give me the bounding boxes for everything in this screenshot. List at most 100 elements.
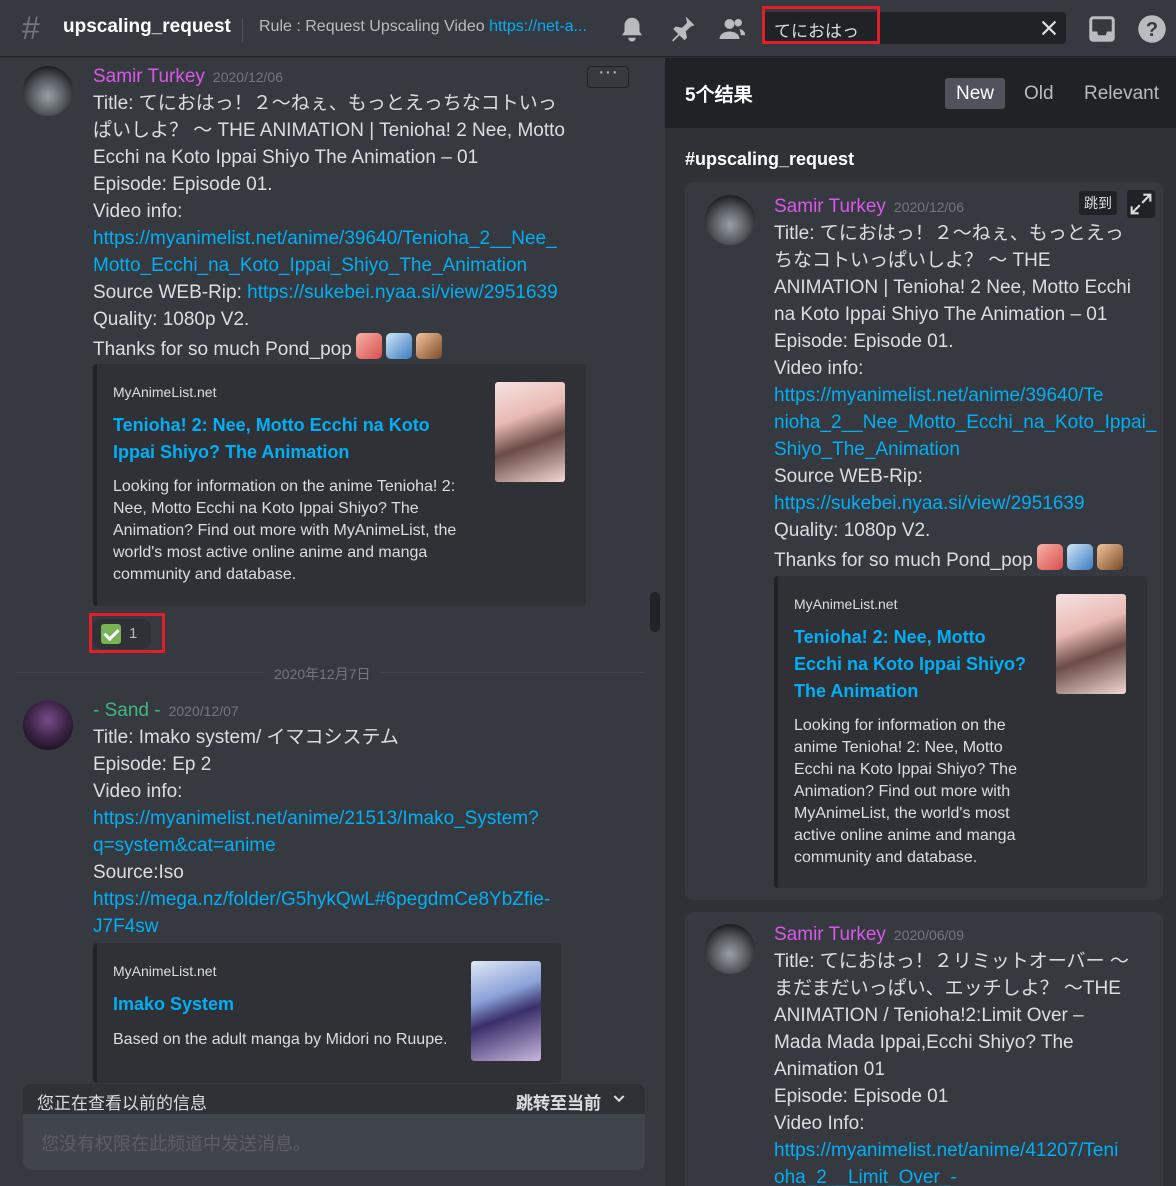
text-line: ちなコトいっぱいしよ？ ～ THE xyxy=(774,250,1051,271)
expand-icon[interactable] xyxy=(1127,190,1155,218)
search-highlight-box xyxy=(762,6,880,44)
sort-old-tab[interactable]: Old xyxy=(1013,78,1065,109)
text-line: ぱいしよ？ ～ THE ANIMATION | Tenioha! 2 Nee, … xyxy=(93,120,565,141)
embed-title[interactable]: Imako System xyxy=(113,991,234,1018)
message-1[interactable]: Samir Turkey 2020/12/06 Title: てにおはっ！２～ねぇ… xyxy=(0,62,650,666)
mal-link[interactable]: Motto_Ecchi_na_Koto_Ippai_Shiyo_The_Anim… xyxy=(93,252,565,279)
message-header: - Sand - 2020/12/07 xyxy=(93,700,239,722)
embed-provider[interactable]: MyAnimeList.net xyxy=(794,596,897,612)
timestamp: 2020/12/06 xyxy=(893,199,964,215)
mal-link[interactable]: https://myanimelist.net/anime/41207/Teni xyxy=(774,1137,1129,1164)
search-result-1[interactable]: Samir Turkey 2020/12/06 跳到 Title: てにおはっ！２… xyxy=(685,182,1163,900)
text-line: Source:Iso xyxy=(93,862,184,883)
channel-topic[interactable]: Rule : Request Upscaling Video https://n… xyxy=(259,18,604,36)
embed-title-line[interactable]: Tenioha! 2: Nee, Motto Ecchi na Koto xyxy=(113,412,430,439)
mal-link[interactable]: https://myanimelist.net/anime/39640/Te xyxy=(774,382,1156,409)
mega-link[interactable]: https://mega.nz/folder/G5hykQwL#6pegdmCe… xyxy=(93,886,550,913)
timestamp: 2020/12/06 xyxy=(212,69,283,85)
timestamp: 2020/12/07 xyxy=(168,703,239,719)
author-name[interactable]: Samir Turkey xyxy=(93,66,205,87)
text-line: Quality: 1080p V2. xyxy=(774,520,931,541)
sort-relevant-tab[interactable]: Relevant xyxy=(1073,78,1170,109)
results-channel-label[interactable]: #upscaling_request xyxy=(685,149,854,170)
mal-link[interactable]: oha_2__Limit_Over_- xyxy=(774,1164,1129,1186)
avatar[interactable] xyxy=(23,700,73,750)
message-composer: 您没有权限在此频道中发送消息。 xyxy=(23,1114,645,1170)
reaction-highlight-box xyxy=(89,613,165,653)
message-2[interactable]: - Sand - 2020/12/07 Title: Imako system/ … xyxy=(0,700,650,1100)
jump-button[interactable]: 跳到 xyxy=(1079,191,1117,215)
chevron-down-icon[interactable] xyxy=(611,1090,627,1106)
link-embed: MyAnimeList.net Imako System Based on th… xyxy=(93,943,561,1083)
desc-line: community and database. xyxy=(794,849,978,866)
text-line: Mada Mada Ippai,Ecchi Shiyo? The xyxy=(774,1032,1074,1053)
text-line: Video info: xyxy=(93,781,183,802)
inbox-icon[interactable] xyxy=(1087,14,1117,44)
members-icon[interactable] xyxy=(717,14,747,44)
desc-line: Animation? Find out more with xyxy=(794,783,1011,800)
embed-title-line[interactable]: The Animation xyxy=(794,678,1026,705)
embed-thumbnail[interactable] xyxy=(495,382,565,482)
custom-emoji[interactable] xyxy=(1096,544,1123,570)
svg-text:?: ? xyxy=(1146,19,1158,41)
text-line: Quality: 1080p V2. xyxy=(93,309,250,330)
text-line: Video info: xyxy=(93,201,183,222)
embed-title-line[interactable]: Tenioha! 2: Nee, Motto xyxy=(794,624,1026,651)
embed-thumbnail[interactable] xyxy=(471,961,541,1061)
older-messages-bar: 您正在查看以前的信息 跳转至当前 xyxy=(23,1084,645,1114)
embed-provider[interactable]: MyAnimeList.net xyxy=(113,384,216,400)
link-embed: MyAnimeList.net Tenioha! 2: Nee, Motto E… xyxy=(774,576,1147,888)
text-line: ANIMATION | Tenioha! 2 Nee, Motto Ecchi xyxy=(774,277,1131,298)
embed-thumbnail[interactable] xyxy=(1056,594,1126,694)
text-line: Source WEB-Rip: xyxy=(774,466,923,487)
custom-emoji[interactable] xyxy=(1036,544,1063,570)
author-name[interactable]: - Sand - xyxy=(93,700,161,721)
custom-emoji[interactable] xyxy=(1066,544,1093,570)
avatar[interactable] xyxy=(23,66,73,116)
text-line: Episode: Episode 01. xyxy=(93,174,273,195)
mal-link[interactable]: Shiyo_The_Animation xyxy=(774,436,1156,463)
mal-link[interactable]: https://myanimelist.net/anime/39640/Teni… xyxy=(93,225,565,252)
embed-title[interactable]: Tenioha! 2: Nee, Motto Ecchi na Koto Ipp… xyxy=(113,412,430,466)
mal-link[interactable]: https://myanimelist.net/anime/21513/Imak… xyxy=(93,805,550,832)
day-divider-label: 2020年12月7日 xyxy=(264,664,381,684)
sort-new-tab[interactable]: New xyxy=(945,78,1006,109)
mal-link[interactable]: nioha_2__Nee_Motto_Ecchi_na_Koto_Ippai_ xyxy=(774,409,1156,436)
embed-title-line[interactable]: Ippai Shiyo? The Animation xyxy=(113,439,430,466)
text-line: Episode: Episode 01 xyxy=(774,1086,949,1107)
avatar[interactable] xyxy=(705,195,755,245)
author-name[interactable]: Samir Turkey xyxy=(774,924,886,945)
topic-link[interactable]: https://net-a... xyxy=(489,18,587,35)
source-link[interactable]: https://sukebei.nyaa.si/view/2951639 xyxy=(247,282,558,303)
author-name[interactable]: Samir Turkey xyxy=(774,196,886,217)
embed-title-line[interactable]: Ecchi na Koto Ippai Shiyo? xyxy=(794,651,1026,678)
source-link[interactable]: https://sukebei.nyaa.si/view/2951639 xyxy=(774,490,1156,517)
custom-emoji[interactable] xyxy=(385,333,412,359)
text-line: Episode: Ep 2 xyxy=(93,754,212,775)
embed-title[interactable]: Tenioha! 2: Nee, Motto Ecchi na Koto Ipp… xyxy=(794,624,1026,705)
pin-icon[interactable] xyxy=(667,14,697,44)
message-header: Samir Turkey 2020/06/09 xyxy=(774,924,964,946)
header-divider xyxy=(242,18,243,42)
search-results-panel[interactable]: 5个结果 New Old Relevant #upscaling_request… xyxy=(665,58,1176,1186)
help-icon[interactable]: ? xyxy=(1137,14,1167,44)
mega-link[interactable]: J7F4sw xyxy=(93,913,550,940)
more-options-button[interactable]: ··· xyxy=(587,62,629,88)
text-line: Ecchi na Koto Ippai Shiyo The Animation … xyxy=(93,147,479,168)
text-line: Title: てにおはっ！２リミットオーバー ～ xyxy=(774,951,1129,972)
jump-to-present-button[interactable]: 跳转至当前 xyxy=(516,1089,601,1114)
text-line: Video info: xyxy=(774,358,864,379)
chat-scrollbar[interactable] xyxy=(650,592,660,632)
desc-line: community and database. xyxy=(113,566,297,583)
avatar[interactable] xyxy=(705,924,755,974)
embed-description: Based on the adult manga by Midori no Ru… xyxy=(113,1031,448,1048)
mal-link[interactable]: q=system&cat=anime xyxy=(93,832,550,859)
message-list[interactable]: Samir Turkey 2020/12/06 Title: てにおはっ！２～ねぇ… xyxy=(0,58,664,1186)
search-result-2[interactable]: Samir Turkey 2020/06/09 Title: てにおはっ！２リミッ… xyxy=(685,912,1163,1186)
custom-emoji[interactable] xyxy=(355,333,382,359)
topic-text: Rule : Request Upscaling Video xyxy=(259,18,490,35)
embed-provider[interactable]: MyAnimeList.net xyxy=(113,963,216,979)
custom-emoji[interactable] xyxy=(415,333,442,359)
close-icon[interactable] xyxy=(1038,17,1060,39)
bell-icon[interactable] xyxy=(617,14,647,44)
